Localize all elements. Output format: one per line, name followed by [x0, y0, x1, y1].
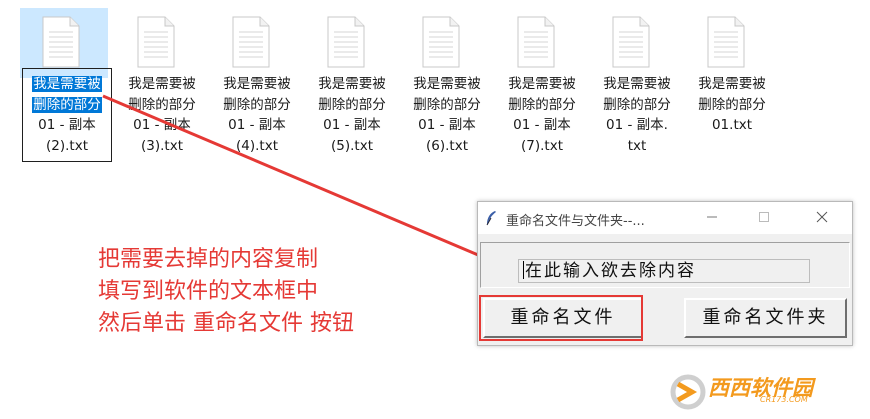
- file-name-line: 01 - 副本.: [606, 117, 668, 133]
- remove-text-input[interactable]: 在此输入欲去除内容: [518, 259, 810, 283]
- file-name-line: 我是需要被: [508, 76, 576, 92]
- file-name-line: 01 - 副本: [513, 117, 571, 133]
- file-item[interactable]: 我是需要被删除的部分 01 - 副本 (7).txt: [495, 8, 583, 156]
- text-file-icon: [327, 16, 365, 68]
- file-name-line: 我是需要被: [698, 76, 766, 92]
- file-name-line: (3).txt: [141, 137, 183, 154]
- file-name-line: 01 - 副本: [133, 117, 191, 133]
- text-file-icon: [232, 16, 270, 68]
- text-file-icon: [422, 16, 460, 68]
- button-highlight-box: [479, 295, 643, 341]
- file-name-line: 我是需要被: [128, 76, 196, 92]
- file-name-line: (2).txt: [46, 137, 88, 154]
- instruction-line: 然后单击 重命名文件 按钮: [98, 311, 354, 336]
- file-name-line: 01 - 副本: [228, 117, 286, 133]
- file-name-line: (6).txt: [426, 137, 468, 154]
- file-name: 我是需要被删除的部分 01 - 副本 (4).txt: [210, 74, 304, 156]
- close-icon[interactable]: [810, 206, 834, 230]
- title-bar[interactable]: 重命名文件与文件夹--...: [478, 202, 852, 234]
- file-name-line: 删除的部分: [318, 96, 386, 113]
- instruction-line: 填写到软件的文本框中: [98, 279, 319, 304]
- file-name: 我是需要被删除的部分 01 - 副本 (7).txt: [495, 74, 589, 156]
- file-name-line: 01.txt: [711, 117, 753, 133]
- instruction-text: 把需要去掉的内容复制 填写到软件的文本框中 然后单击 重命名文件 按钮: [98, 244, 354, 340]
- file-name-line: 删除的部分: [128, 96, 196, 113]
- file-name-line: 删除的部分: [603, 96, 671, 113]
- text-file-icon: [612, 16, 650, 68]
- rename-folder-button[interactable]: 重命名文件夹: [684, 298, 847, 338]
- text-file-icon: [137, 16, 175, 68]
- file-name: 我是需要被删除的部分 01 - 副本. txt: [590, 74, 684, 156]
- window-title: 重命名文件与文件夹--...: [506, 214, 645, 229]
- instruction-line: 把需要去掉的内容复制: [98, 247, 319, 272]
- file-name-line: (5).txt: [331, 137, 373, 154]
- file-name-line: 我是需要被: [318, 76, 386, 92]
- file-name-line: 删除的部分: [698, 96, 766, 113]
- file-name: 我是需要被删除的部分 01 - 副本 (3).txt: [115, 74, 209, 156]
- file-item[interactable]: 我是需要被删除的部分 01 - 副本 (5).txt: [305, 8, 393, 156]
- file-name-line: 我是需要被: [413, 76, 481, 92]
- file-name-line: (4).txt: [236, 137, 278, 154]
- text-file-icon: [42, 16, 80, 68]
- file-name-line: 删除的部分: [508, 96, 576, 113]
- file-item[interactable]: 我是需要被删除的部分 01 - 副本 (6).txt: [400, 8, 488, 156]
- watermark-subtext: CR173.COM: [760, 395, 808, 404]
- minimize-icon[interactable]: [700, 206, 724, 230]
- text-file-icon: [707, 16, 745, 68]
- file-name: 我是需要被删除的部分 01 - 副本 (2).txt: [20, 74, 114, 156]
- file-name-line: 01 - 副本: [38, 117, 96, 133]
- text-file-icon: [517, 16, 555, 68]
- file-item[interactable]: 我是需要被删除的部分 01.txt: [685, 8, 773, 156]
- file-name: 我是需要被删除的部分 01 - 副本 (5).txt: [305, 74, 399, 156]
- input-value: 在此输入欲去除内容: [525, 261, 696, 281]
- file-name-line: txt: [627, 137, 647, 154]
- maximize-icon[interactable]: [752, 206, 776, 230]
- file-name-line: 我是需要被: [223, 76, 291, 92]
- file-name-line: 删除的部分: [223, 96, 291, 113]
- file-item[interactable]: 我是需要被删除的部分 01 - 副本 (3).txt: [115, 8, 203, 156]
- file-name-line: 我是需要被: [603, 76, 671, 92]
- file-name-line: 删除的部分: [32, 96, 102, 113]
- file-name-line: (7).txt: [521, 137, 563, 154]
- file-item[interactable]: 我是需要被删除的部分 01 - 副本. txt: [590, 8, 678, 156]
- file-name-line: 我是需要被: [32, 76, 102, 92]
- file-item[interactable]: 我是需要被删除的部分 01 - 副本 (2).txt: [20, 8, 112, 162]
- file-name: 我是需要被删除的部分 01 - 副本 (6).txt: [400, 74, 494, 156]
- feather-icon: [486, 211, 496, 226]
- file-item[interactable]: 我是需要被删除的部分 01 - 副本 (4).txt: [210, 8, 298, 156]
- file-name-line: 删除的部分: [413, 96, 481, 113]
- text-caret: [523, 261, 524, 279]
- file-name-line: 01 - 副本: [418, 117, 476, 133]
- file-name-line: 01 - 副本: [323, 117, 381, 133]
- file-name: 我是需要被删除的部分 01.txt: [685, 74, 779, 136]
